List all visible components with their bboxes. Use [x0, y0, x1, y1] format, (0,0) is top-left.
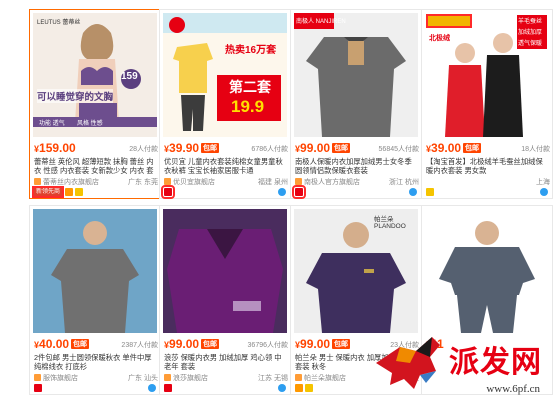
img-slogan: 可以睡觉穿的文胸 [37, 89, 114, 103]
product-card[interactable]: 北极绒 羊毛蚕丝 加绒加厚 透气保暖 ¥39.00 包邮 18人付款 【淘宝首发】… [421, 9, 553, 199]
img-tag-2: 加绒加厚 [518, 30, 543, 36]
product-image[interactable]: 北极绒 羊毛蚕丝 加绒加厚 透气保暖 [425, 13, 549, 137]
shop-icon [164, 178, 171, 185]
sold-count: 28人付款 [129, 146, 158, 153]
price: ¥39.90 包邮 [164, 141, 220, 155]
img-brand: 帕兰朵 PLANDOO [374, 216, 406, 230]
img-strip-a: 功能 透气 [39, 121, 65, 127]
price: ¥159.00 [34, 141, 76, 155]
img-line2: 第二套 [229, 79, 271, 95]
gold-seller-icon [65, 188, 74, 196]
wangwang-icon[interactable] [540, 188, 548, 196]
shop-icon [295, 178, 302, 185]
price: ¥99.00 包邮 [295, 337, 351, 351]
location: 广东 汕头 [128, 375, 158, 382]
product-image[interactable] [33, 209, 157, 333]
img-price: 19.9 [231, 97, 265, 116]
product-card[interactable]: 热卖16万套 第二套 19.9 ¥39.90 包邮 6786人付款 优贝宜 儿童内… [159, 9, 291, 199]
shop-name[interactable]: 蕾蒂丝内衣旗舰店 [43, 179, 99, 186]
img-tag-1: 羊毛蚕丝 [518, 19, 543, 25]
img-price: 159 [121, 71, 138, 82]
shop-name[interactable]: 服饰旗舰店 [43, 375, 78, 382]
product-card[interactable]: ¥40.00 包邮 2387人付款 2件包邮 男士圆领保暖秋衣 单件中厚纯棉线衣 … [29, 205, 161, 395]
product-image[interactable]: 帕兰朵 PLANDOO [294, 209, 418, 333]
product-card[interactable]: ¥99.00 包邮 36796人付款 浪莎 保暖内衣男 加绒加厚 鸡心领 中老年 … [159, 205, 291, 395]
location: 福建 泉州 [258, 179, 288, 186]
wangwang-icon[interactable] [148, 384, 156, 392]
tmall-badge: 包邮 [71, 339, 90, 349]
shop-icon [34, 178, 41, 185]
shop-name[interactable]: 优贝宜旗舰店 [173, 179, 215, 186]
watermark-url: www.6pf.cn [486, 383, 540, 395]
product-title[interactable]: 【淘宝首发】北极绒羊毛蚕丝加绒保暖内衣套装 男女款 [426, 157, 550, 175]
product-card[interactable]: 南极人 NANJIREN ¥99.00 包邮 56845人付款 南极人保暖内衣加厚… [290, 9, 422, 199]
sold-count: 18人付款 [521, 146, 550, 153]
product-image[interactable]: 热卖16万套 第二套 19.9 [163, 13, 287, 137]
watermark: 派发网 www.6pf.cn [370, 319, 550, 399]
price: ¥40.00 包邮 [34, 337, 90, 351]
price: ¥39.00 包邮 [426, 141, 482, 155]
product-title[interactable]: 蕾蒂丝 英伦风 超薄短款 抹胸 蕾丝 内衣 性感 内衣套装 女新款少女 内衣 套… [34, 157, 158, 175]
product-title[interactable]: 浪莎 保暖内衣男 加绒加厚 鸡心领 中老年 套装 [164, 353, 288, 371]
sold-count: 2387人付款 [121, 342, 158, 349]
wangwang-icon[interactable] [278, 188, 286, 196]
tmall-icon [34, 384, 42, 392]
tmall-badge: 包邮 [332, 339, 351, 349]
shop-icon [34, 374, 41, 381]
tmall-icon [292, 185, 306, 199]
location: 广东 东莞 [128, 179, 158, 186]
badge-icon [426, 188, 434, 196]
product-image[interactable] [425, 209, 549, 333]
product-image[interactable]: 南极人 NANJIREN [294, 13, 418, 137]
tmall-badge: 包邮 [463, 143, 482, 153]
img-brand: 北极绒 [429, 35, 450, 42]
shop-name[interactable]: 南极人官方旗舰店 [304, 179, 360, 186]
location: 浙江 杭州 [389, 179, 419, 186]
product-card[interactable]: LEUTUS 蕾蒂丝 159 可以睡觉穿的文胸 功能 透气 风格 性感 ¥159… [29, 9, 161, 199]
shop-name[interactable]: 帕兰朵旗舰店 [304, 375, 346, 382]
product-image[interactable]: LEUTUS 蕾蒂丝 159 可以睡觉穿的文胸 功能 透气 风格 性感 [33, 13, 157, 137]
horse-logo-icon [376, 337, 440, 389]
price: ¥99.00 包邮 [295, 141, 351, 155]
tmall-badge: 包邮 [332, 143, 351, 153]
product-image[interactable] [163, 209, 287, 333]
gold-seller-icon [295, 384, 303, 392]
shop-icon [295, 374, 302, 381]
badge-icon [75, 188, 84, 196]
watermark-text: 派发网 [449, 345, 542, 380]
tmall-icon [161, 185, 175, 199]
product-title[interactable]: 优贝宜 儿童内衣套装纯棉女童男童秋衣秋裤 宝宝长袖家居服卡通 [164, 157, 288, 175]
price: ¥99.00 包邮 [164, 337, 220, 351]
location: 上海 [536, 179, 550, 186]
img-tag-3: 透气保暖 [518, 41, 543, 47]
shop-name[interactable]: 浪莎旗舰店 [173, 375, 208, 382]
wangwang-icon[interactable] [409, 188, 417, 196]
product-title[interactable]: 南极人保暖内衣加厚加绒男士女冬季圆领情侣款保暖衣套装 [295, 157, 419, 175]
badge-icon [305, 384, 313, 392]
tmall-badge: 包邮 [201, 339, 220, 349]
sold-count: 56845人付款 [378, 146, 419, 153]
tmall-icon [164, 384, 172, 392]
shop-icon [164, 374, 171, 381]
img-brand: 南极人 NANJIREN [296, 19, 346, 25]
new-tag: 新领先商 [31, 186, 65, 198]
img-line1: 热卖16万套 [225, 45, 277, 56]
sold-count: 36796人付款 [247, 342, 288, 349]
tmall-badge: 包邮 [201, 143, 220, 153]
product-title[interactable]: 2件包邮 男士圆领保暖秋衣 单件中厚纯棉线衣 打底衫 [34, 353, 158, 371]
location: 江苏 无锡 [258, 375, 288, 382]
wangwang-icon[interactable] [278, 384, 286, 392]
sold-count: 6786人付款 [251, 146, 288, 153]
img-brand: LEUTUS 蕾蒂丝 [37, 20, 81, 26]
img-strip-b: 风格 性感 [77, 121, 103, 127]
